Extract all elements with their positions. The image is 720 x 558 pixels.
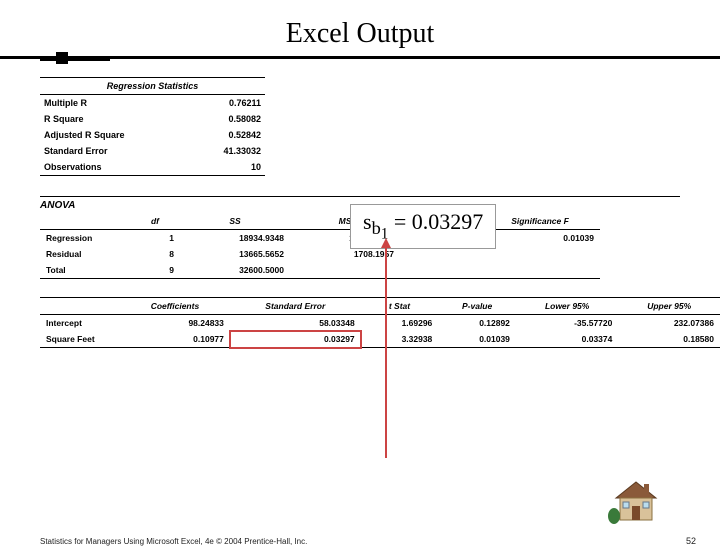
stat-value: 0.76211 [191, 98, 261, 108]
col-header [40, 298, 120, 315]
col-header: Significance F [480, 213, 600, 230]
house-icon [608, 476, 664, 524]
stat-value: 0.52842 [191, 130, 261, 140]
col-header: SS [180, 213, 290, 230]
regression-stats-header: Regression Statistics [40, 77, 265, 95]
stat-label: Multiple R [44, 98, 191, 108]
coefficients-table: Coefficients Standard Error t Stat P-val… [40, 297, 720, 348]
highlighted-cell: 0.03297 [230, 331, 361, 348]
stat-label: R Square [44, 114, 191, 124]
table-row: Total 9 32600.5000 [40, 262, 600, 279]
col-header: Standard Error [230, 298, 361, 315]
footer-text: Statistics for Managers Using Microsoft … [40, 537, 307, 546]
callout-arrow [385, 240, 387, 458]
table-row: Regression 1 18934.9348 18934.9348 11.08… [40, 230, 600, 247]
stat-label: Observations [44, 162, 191, 172]
table-row: Residual 8 13665.5652 1708.1957 [40, 246, 600, 262]
table-row: Square Feet 0.10977 0.03297 3.32938 0.01… [40, 331, 720, 348]
table-row: Intercept 98.24833 58.03348 1.69296 0.12… [40, 315, 720, 332]
col-header: Lower 95% [516, 298, 618, 315]
col-header [40, 213, 130, 230]
col-header: Upper 95% [618, 298, 720, 315]
page-number: 52 [686, 536, 696, 546]
page-title: Excel Output [0, 18, 720, 50]
stat-label: Adjusted R Square [44, 130, 191, 140]
col-header: t Stat [361, 298, 439, 315]
stat-label: Standard Error [44, 146, 191, 156]
stat-value: 41.33032 [191, 146, 261, 156]
stat-value: 10 [191, 162, 261, 172]
formula-callout: sb1 = 0.03297 [350, 204, 496, 249]
col-header: Coefficients [120, 298, 230, 315]
col-header: df [130, 213, 180, 230]
regression-stats-table: Regression Statistics Multiple R0.76211 … [40, 77, 265, 176]
stat-value: 0.58082 [191, 114, 261, 124]
accent-line [0, 56, 720, 59]
col-header: P-value [438, 298, 516, 315]
